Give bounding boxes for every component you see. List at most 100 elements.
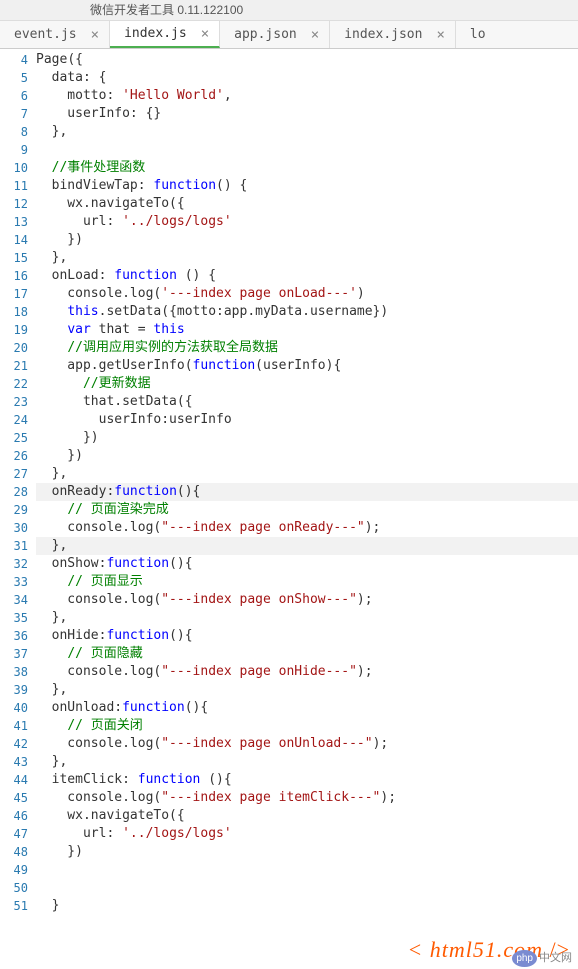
code-line[interactable]: }) — [36, 843, 578, 861]
code-line[interactable]: onUnload:function(){ — [36, 699, 578, 717]
code-editor[interactable]: 4567891011121314151617181920212223242526… — [0, 49, 578, 915]
line-number: 18 — [0, 303, 28, 321]
code-line[interactable]: // 页面渲染完成 — [36, 501, 578, 519]
window-title: 微信开发者工具 0.11.122100 — [0, 0, 578, 21]
code-line[interactable]: //更新数据 — [36, 375, 578, 393]
line-number: 30 — [0, 519, 28, 537]
code-line[interactable]: that.setData({ — [36, 393, 578, 411]
code-line[interactable]: console.log("---index page onShow---"); — [36, 591, 578, 609]
line-number: 6 — [0, 87, 28, 105]
code-line[interactable]: }, — [36, 123, 578, 141]
code-line[interactable]: }, — [36, 537, 578, 555]
line-number: 23 — [0, 393, 28, 411]
line-number: 15 — [0, 249, 28, 267]
code-line[interactable]: // 页面隐藏 — [36, 645, 578, 663]
line-number: 35 — [0, 609, 28, 627]
code-line[interactable]: // 页面显示 — [36, 573, 578, 591]
code-line[interactable]: data: { — [36, 69, 578, 87]
line-number: 10 — [0, 159, 28, 177]
editor-tabs: event.js×index.js×app.json×index.json×lo — [0, 21, 578, 49]
tab-label: app.json — [234, 27, 297, 42]
line-number: 13 — [0, 213, 28, 231]
tab-lo[interactable]: lo — [456, 21, 490, 48]
code-line[interactable]: }, — [36, 681, 578, 699]
line-number: 36 — [0, 627, 28, 645]
code-line[interactable]: url: '../logs/logs' — [36, 213, 578, 231]
code-line[interactable]: //调用应用实例的方法获取全局数据 — [36, 339, 578, 357]
code-line[interactable]: var that = this — [36, 321, 578, 339]
code-line[interactable]: console.log("---index page itemClick---"… — [36, 789, 578, 807]
line-number: 9 — [0, 141, 28, 159]
line-number: 8 — [0, 123, 28, 141]
code-line[interactable] — [36, 141, 578, 159]
line-number: 37 — [0, 645, 28, 663]
code-line[interactable]: bindViewTap: function() { — [36, 177, 578, 195]
close-icon[interactable]: × — [91, 28, 99, 42]
code-line[interactable]: }) — [36, 231, 578, 249]
line-number: 7 — [0, 105, 28, 123]
code-line[interactable]: onReady:function(){ — [36, 483, 578, 501]
line-number: 38 — [0, 663, 28, 681]
code-line[interactable] — [36, 879, 578, 897]
code-line[interactable]: motto: 'Hello World', — [36, 87, 578, 105]
line-number: 39 — [0, 681, 28, 699]
line-number: 25 — [0, 429, 28, 447]
php-icon: php — [512, 950, 537, 967]
close-icon[interactable]: × — [436, 28, 444, 42]
code-line[interactable]: this.setData({motto:app.myData.username}… — [36, 303, 578, 321]
code-line[interactable]: Page({ — [36, 51, 578, 69]
code-line[interactable]: }, — [36, 609, 578, 627]
line-number: 43 — [0, 753, 28, 771]
code-line[interactable]: console.log("---index page onUnload---")… — [36, 735, 578, 753]
code-line[interactable]: onShow:function(){ — [36, 555, 578, 573]
code-line[interactable]: }) — [36, 447, 578, 465]
line-number: 17 — [0, 285, 28, 303]
code-content[interactable]: Page({ data: { motto: 'Hello World', use… — [36, 49, 578, 915]
code-line[interactable]: userInfo: {} — [36, 105, 578, 123]
line-number: 47 — [0, 825, 28, 843]
line-number: 49 — [0, 861, 28, 879]
code-line[interactable]: //事件处理函数 — [36, 159, 578, 177]
code-line[interactable]: }, — [36, 249, 578, 267]
code-line[interactable]: app.getUserInfo(function(userInfo){ — [36, 357, 578, 375]
code-line[interactable]: }, — [36, 465, 578, 483]
code-line[interactable]: console.log("---index page onReady---"); — [36, 519, 578, 537]
line-number: 5 — [0, 69, 28, 87]
code-line[interactable]: console.log("---index page onHide---"); — [36, 663, 578, 681]
tab-event-js[interactable]: event.js × — [0, 21, 110, 48]
code-line[interactable] — [36, 861, 578, 879]
line-number: 22 — [0, 375, 28, 393]
code-line[interactable]: wx.navigateTo({ — [36, 807, 578, 825]
line-number: 45 — [0, 789, 28, 807]
line-number: 29 — [0, 501, 28, 519]
line-number: 26 — [0, 447, 28, 465]
code-line[interactable]: // 页面关闭 — [36, 717, 578, 735]
code-line[interactable]: url: '../logs/logs' — [36, 825, 578, 843]
line-number: 32 — [0, 555, 28, 573]
line-number: 28 — [0, 483, 28, 501]
tab-label: index.json — [344, 27, 422, 42]
tab-index-json[interactable]: index.json × — [330, 21, 456, 48]
code-line[interactable]: onLoad: function () { — [36, 267, 578, 285]
close-icon[interactable]: × — [201, 27, 209, 41]
line-number-gutter: 4567891011121314151617181920212223242526… — [0, 49, 36, 915]
line-number: 20 — [0, 339, 28, 357]
code-line[interactable]: itemClick: function (){ — [36, 771, 578, 789]
code-line[interactable]: } — [36, 897, 578, 915]
code-line[interactable]: onHide:function(){ — [36, 627, 578, 645]
code-line[interactable]: console.log('---index page onLoad---') — [36, 285, 578, 303]
tab-app-json[interactable]: app.json × — [220, 21, 330, 48]
code-line[interactable]: }) — [36, 429, 578, 447]
tab-index-js[interactable]: index.js× — [110, 21, 220, 48]
tab-label: event.js — [14, 27, 77, 42]
line-number: 24 — [0, 411, 28, 429]
watermark-phpcn: php中文网 — [512, 949, 572, 965]
code-line[interactable]: }, — [36, 753, 578, 771]
close-icon[interactable]: × — [311, 28, 319, 42]
line-number: 40 — [0, 699, 28, 717]
line-number: 50 — [0, 879, 28, 897]
line-number: 12 — [0, 195, 28, 213]
code-line[interactable]: wx.navigateTo({ — [36, 195, 578, 213]
line-number: 51 — [0, 897, 28, 915]
code-line[interactable]: userInfo:userInfo — [36, 411, 578, 429]
